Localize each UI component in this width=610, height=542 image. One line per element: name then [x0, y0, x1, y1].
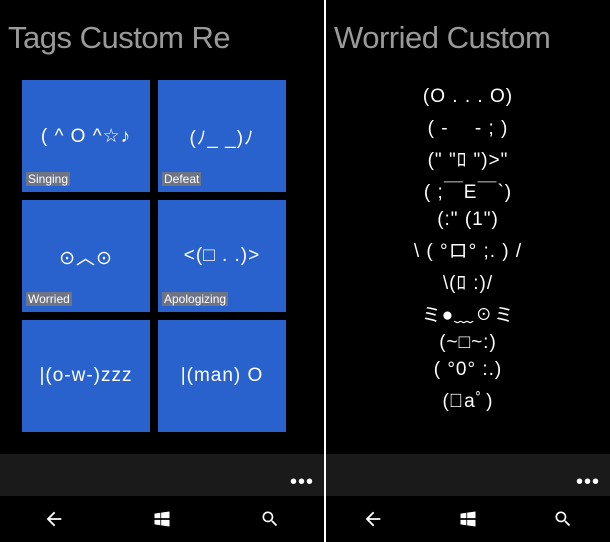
header-tabs-left[interactable]: Tags Custom Re [8, 20, 324, 56]
windows-icon [458, 509, 478, 529]
list-item[interactable]: (O . . . O) [423, 86, 513, 108]
tile-man[interactable]: |(man) O [158, 320, 286, 432]
start-button[interactable] [137, 499, 187, 539]
list-item[interactable]: (" "ﾛ ")>" [428, 145, 509, 172]
appbar-right[interactable]: ••• [326, 454, 610, 496]
list-item[interactable]: \(ﾛ :)/ [443, 268, 493, 295]
tile-face: |(o-w-)zzz [39, 365, 132, 387]
list-item[interactable]: \ ( °ロ° ;. ) / [414, 236, 522, 263]
tile-face: |(man) O [181, 365, 264, 387]
screen-right: Worried Custom (O . . . O) ( - - ; ) (" … [326, 0, 610, 542]
back-button[interactable] [29, 499, 79, 539]
tile-face: ( ^ O ^☆♪ [41, 125, 131, 148]
tile-singing[interactable]: ( ^ O ^☆♪ Singing [22, 80, 150, 192]
tile-sleep[interactable]: |(o-w-)zzz [22, 320, 150, 432]
appbar-left[interactable]: ••• [0, 454, 324, 496]
tile-defeat[interactable]: (ﾉ_ _)ﾉ Defeat [158, 80, 286, 192]
kaomoji-list-container: (O . . . O) ( - - ; ) (" "ﾛ ")>" ( ;￣E￣`… [326, 80, 610, 452]
list-item[interactable]: ( - - ; ) [428, 113, 509, 140]
tile-face: (ﾉ_ _)ﾉ [189, 123, 254, 150]
tile-face: <(□ . .)> [184, 245, 260, 267]
tile-label: Singing [26, 172, 70, 186]
search-icon [553, 509, 573, 529]
list-item[interactable]: ( °0° :.) [434, 359, 503, 381]
start-button[interactable] [443, 499, 493, 539]
search-button[interactable] [245, 499, 295, 539]
more-icon[interactable]: ••• [290, 476, 314, 494]
back-arrow-icon [362, 508, 384, 530]
list-item[interactable]: (~□~:) [439, 332, 497, 354]
list-item[interactable]: ミ●﹏☉ミ [422, 300, 514, 327]
kaomoji-list: (O . . . O) ( - - ; ) (" "ﾛ ")>" ( ;￣E￣`… [326, 80, 610, 413]
list-item[interactable]: (ﾟaﾟ) [443, 386, 494, 413]
windows-icon [152, 509, 172, 529]
back-arrow-icon [43, 508, 65, 530]
more-icon[interactable]: ••• [576, 476, 600, 494]
tile-face: ⊙︿⊙ [59, 243, 113, 270]
back-button[interactable] [348, 499, 398, 539]
header-tabs-right[interactable]: Worried Custom [334, 20, 610, 56]
tile-label: Apologizing [162, 292, 228, 306]
tile-worried[interactable]: ⊙︿⊙ Worried [22, 200, 150, 312]
search-button[interactable] [538, 499, 588, 539]
tile-apologizing[interactable]: <(□ . .)> Apologizing [158, 200, 286, 312]
screen-left: Tags Custom Re ( ^ O ^☆♪ Singing (ﾉ_ _)ﾉ… [0, 0, 324, 542]
list-item[interactable]: (:" (1") [437, 209, 499, 231]
tile-label: Defeat [162, 172, 201, 186]
tile-grid: ( ^ O ^☆♪ Singing (ﾉ_ _)ﾉ Defeat ⊙︿⊙ Wor… [22, 80, 314, 432]
tile-grid-container: ( ^ O ^☆♪ Singing (ﾉ_ _)ﾉ Defeat ⊙︿⊙ Wor… [22, 80, 314, 452]
search-icon [260, 509, 280, 529]
list-item[interactable]: ( ;￣E￣`) [424, 177, 512, 204]
tile-label: Worried [26, 292, 72, 306]
navbar-right [326, 496, 610, 542]
navbar-left [0, 496, 324, 542]
